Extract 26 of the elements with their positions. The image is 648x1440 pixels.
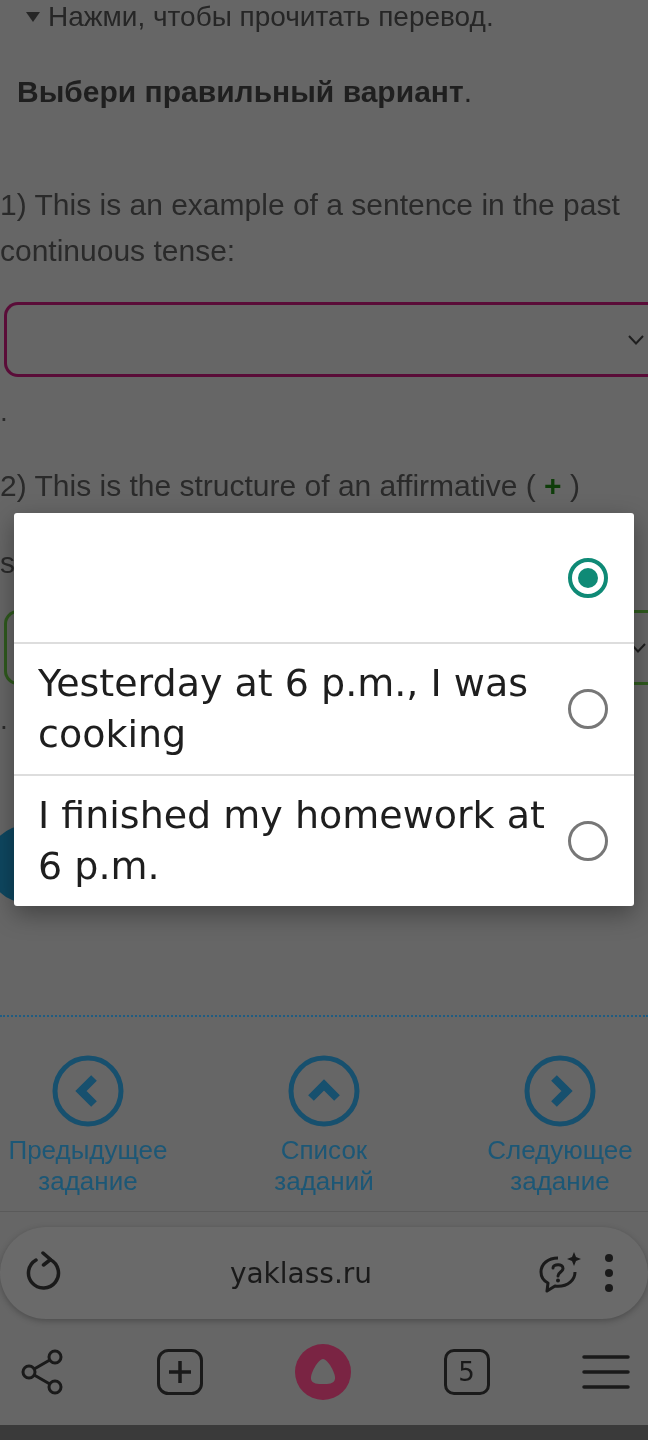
address-bar[interactable]: yaklass.ru [0, 1227, 648, 1319]
question-text: 1) This is an example of a sentence in the past continuous tense: [0, 187, 621, 269]
radio-button[interactable] [568, 821, 608, 861]
share-icon[interactable] [20, 1349, 64, 1395]
translation-toggle[interactable]: Нажми, чтобы прочитать перевод. [26, 0, 494, 34]
url-text[interactable]: yaklass.ru [76, 1256, 526, 1290]
circle-chevron-left-icon [52, 1055, 124, 1127]
dropdown-field[interactable] [4, 302, 648, 377]
menu-icon[interactable] [582, 1354, 630, 1390]
radio-button[interactable] [568, 557, 608, 598]
option-item[interactable]: I finished my homework at 6 p.m. [14, 774, 634, 906]
question-bubble-icon[interactable] [538, 1251, 582, 1295]
radio-button[interactable] [568, 689, 608, 729]
instruction-text: Выбери правильный вариант. [17, 74, 472, 110]
option-item[interactable]: Yesterday at 6 p.m., I was cooking [14, 642, 634, 774]
assistant-logo-icon[interactable] [295, 1344, 351, 1400]
question-text: s [0, 545, 15, 581]
period-text: . [0, 705, 8, 735]
new-tab-icon[interactable] [156, 1349, 203, 1395]
circle-chevron-right-icon [524, 1055, 596, 1127]
period-text: . [0, 397, 8, 427]
chevron-down-icon [628, 334, 644, 345]
caret-icon [26, 12, 40, 22]
circle-chevron-up-icon [288, 1055, 360, 1127]
tabs-button[interactable]: 5 [443, 1349, 490, 1395]
question-text: 2) This is the structure of an affirmative ( + ) [0, 468, 580, 504]
